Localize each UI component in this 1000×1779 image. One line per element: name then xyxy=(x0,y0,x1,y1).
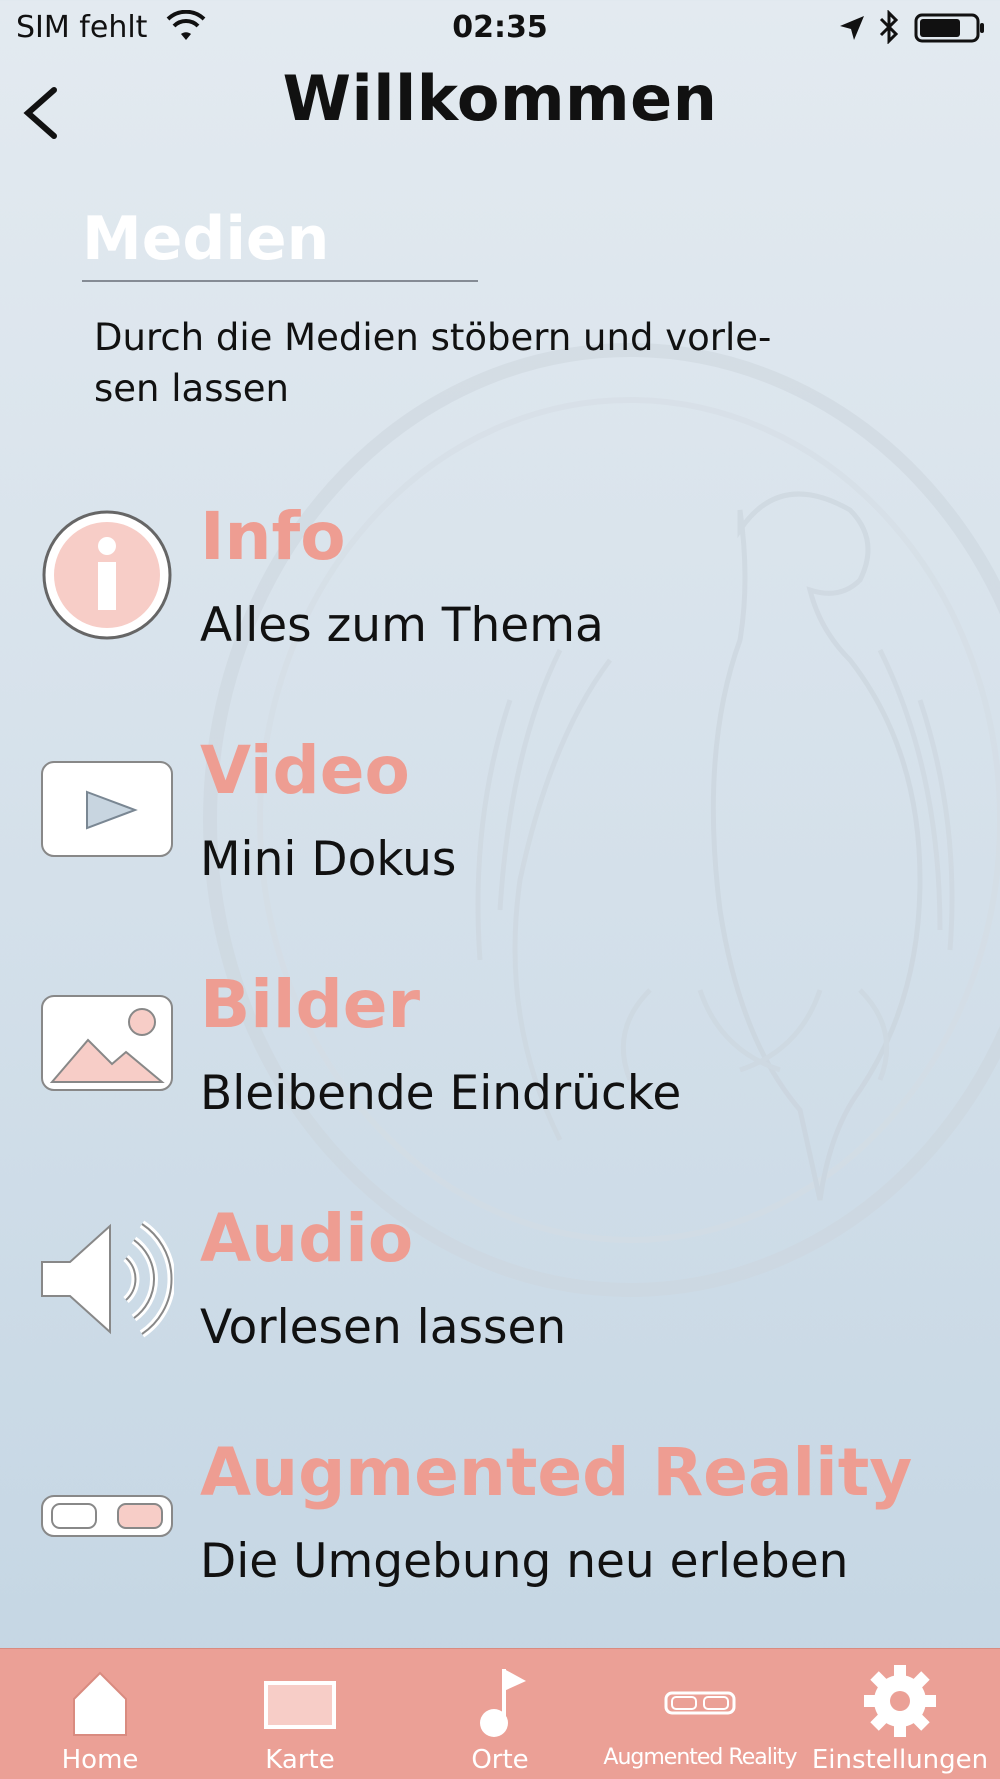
media-item-description: Die Umgebung neu erleben xyxy=(200,1534,849,1589)
media-item-description: Vorlesen lassen xyxy=(200,1300,567,1355)
video-play-icon xyxy=(41,761,173,857)
map-icon xyxy=(264,1681,336,1729)
speaker-icon xyxy=(41,1220,174,1338)
media-item-label: Augmented Reality xyxy=(200,1434,913,1511)
tab-label: Karte xyxy=(265,1745,335,1775)
image-icon xyxy=(41,995,173,1091)
tab-label: Einstellungen xyxy=(811,1745,989,1775)
media-item-label: Video xyxy=(200,732,410,809)
tab-label: Orte xyxy=(471,1745,529,1775)
section-subtitle: Durch die Medien stöbern und vorle- sen … xyxy=(94,312,894,414)
gear-icon xyxy=(864,1665,936,1737)
bluetooth-icon xyxy=(879,10,899,44)
section-subtitle-line: Durch die Medien stöbern und vorle- xyxy=(94,316,772,359)
tab-bar: Home Karte Orte Augmented Reality Einste… xyxy=(0,1648,1000,1779)
media-item-description: Alles zum Thema xyxy=(200,598,604,653)
page-title: Willkommen xyxy=(282,62,718,135)
info-icon xyxy=(42,510,172,640)
tab-label: Augmented Reality xyxy=(603,1745,797,1770)
media-item-info[interactable]: Info Alles zum Thema xyxy=(40,498,980,698)
status-bar: SIM fehlt 02:35 xyxy=(0,0,1000,52)
tab-label: Home xyxy=(61,1745,139,1775)
media-item-description: Mini Dokus xyxy=(200,832,457,887)
ar-glasses-icon xyxy=(41,1495,173,1537)
tab-orte[interactable]: Orte xyxy=(400,1649,600,1779)
battery-icon xyxy=(914,13,984,43)
media-item-augmented-reality[interactable]: Augmented Reality Die Umgebung neu erleb… xyxy=(40,1434,980,1634)
media-item-label: Bilder xyxy=(200,966,421,1043)
flag-pin-icon xyxy=(480,1669,526,1737)
section-divider xyxy=(82,280,478,282)
media-item-description: Bleibende Eindrücke xyxy=(200,1066,682,1121)
tab-home[interactable]: Home xyxy=(0,1649,200,1779)
ar-glasses-icon xyxy=(664,1691,736,1715)
home-icon xyxy=(73,1671,127,1736)
media-item-label: Info xyxy=(200,498,346,575)
media-item-video[interactable]: Video Mini Dokus xyxy=(40,732,980,932)
tab-einstellungen[interactable]: Einstellungen xyxy=(800,1649,1000,1779)
media-item-bilder[interactable]: Bilder Bleibende Eindrücke xyxy=(40,966,980,1166)
section-subtitle-line: sen lassen xyxy=(94,367,289,410)
tab-augmented-reality[interactable]: Augmented Reality xyxy=(600,1649,800,1779)
media-item-label: Audio xyxy=(200,1200,414,1277)
media-item-audio[interactable]: Audio Vorlesen lassen xyxy=(40,1200,980,1400)
tab-karte[interactable]: Karte xyxy=(200,1649,400,1779)
location-arrow-icon xyxy=(840,16,864,40)
section-title: Medien xyxy=(82,204,330,274)
